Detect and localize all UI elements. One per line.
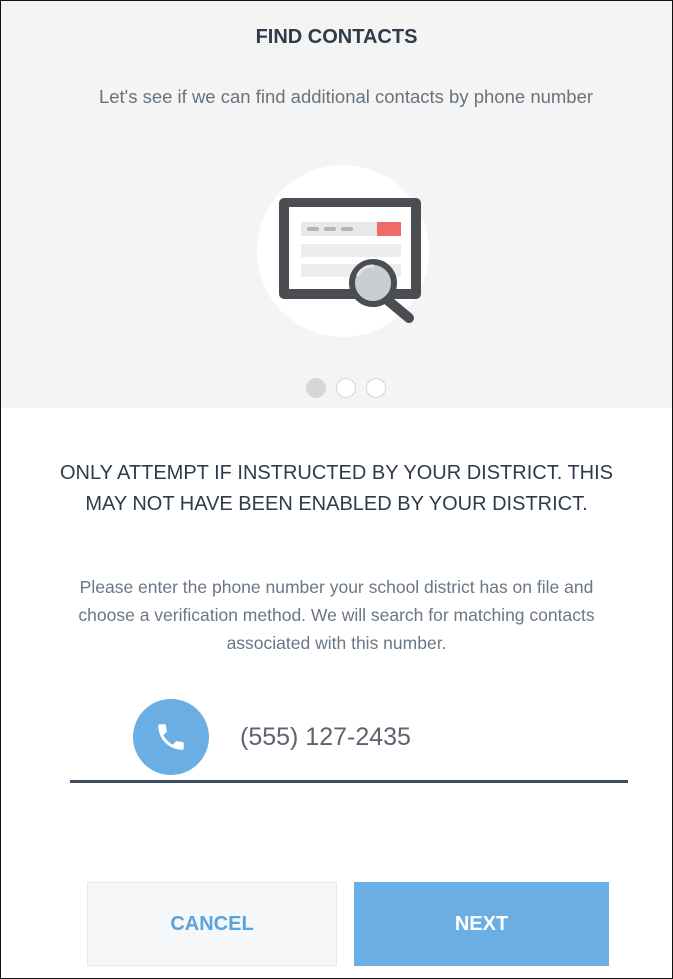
find-contacts-screen: FIND CONTACTS Let's see if we can find a…: [0, 0, 673, 979]
carousel-dot-1[interactable]: [306, 378, 326, 398]
carousel-dot-2[interactable]: [336, 378, 356, 398]
intro-panel: FIND CONTACTS Let's see if we can find a…: [1, 1, 672, 408]
district-warning: ONLY ATTEMPT IF INSTRUCTED BY YOUR DISTR…: [59, 462, 614, 515]
instructions-text: Please enter the phone number your schoo…: [78, 577, 595, 653]
search-browser-illustration: [257, 165, 429, 337]
carousel-dot-3[interactable]: [366, 378, 386, 398]
carousel-indicator: [306, 378, 386, 398]
phone-input-underline: [70, 780, 628, 783]
phone-icon: [133, 699, 209, 775]
page-title: FIND CONTACTS: [255, 26, 418, 48]
phone-number-input[interactable]: [240, 717, 620, 757]
cancel-button[interactable]: CANCEL: [87, 882, 337, 966]
phone-field: [70, 699, 628, 783]
page-subtitle: Let's see if we can find additional cont…: [98, 86, 594, 107]
next-button[interactable]: NEXT: [354, 882, 609, 966]
